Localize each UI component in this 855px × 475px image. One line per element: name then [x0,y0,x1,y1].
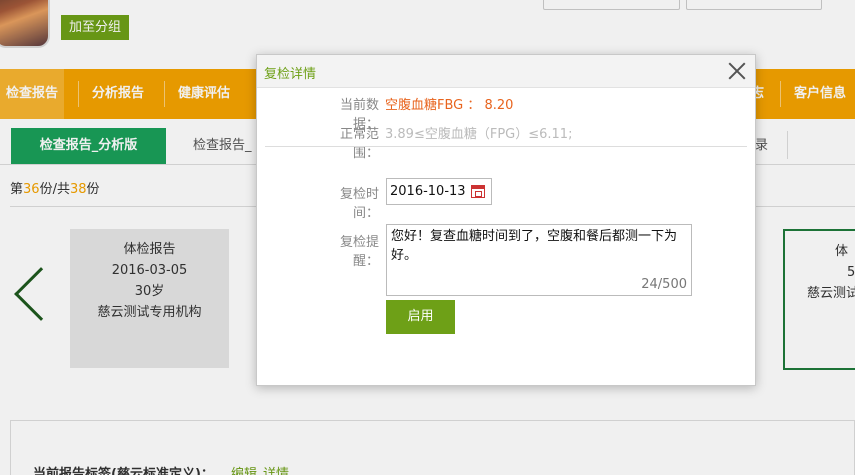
recheck-date-value: 2016-10-13 [390,184,466,199]
normal-range-value: 3.89≤空腹血糖（FPG）≤6.11; [385,127,573,142]
char-count: 24/500 [641,277,687,292]
dialog-header: 复检详情 [257,55,755,88]
close-icon[interactable] [727,61,747,81]
recheck-date-input[interactable]: 2016-10-13 [386,178,492,205]
reminder-text: 您好！复查血糖时间到了，空腹和餐后都测一下为好。 [391,229,678,263]
reminder-label: 复检提醒： [339,235,379,269]
dialog-title: 复检详情 [264,67,317,82]
enable-button[interactable]: 启用 [386,300,455,334]
dialog-divider [265,146,747,147]
recheck-time-label: 复检时间： [339,187,379,221]
calendar-icon[interactable] [471,185,485,198]
reminder-textarea[interactable]: 您好！复查血糖时间到了，空腹和餐后都测一下为好。 24/500 [386,224,692,296]
recheck-detail-dialog: 复检详情 当前数据： 空腹血糖FBG ： 8.20 正常范围： 3.89≤空腹血… [256,54,756,386]
current-data-value: 空腹血糖FBG ： 8.20 [385,98,514,113]
normal-range-label: 正常范围： [339,127,379,161]
